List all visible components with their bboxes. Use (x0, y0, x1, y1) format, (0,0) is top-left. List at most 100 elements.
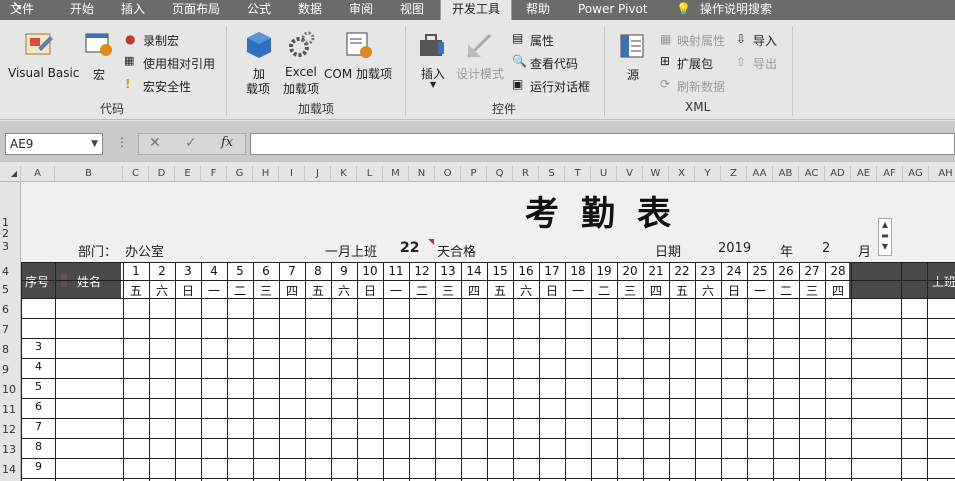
row-header-2[interactable]: 2 (0, 227, 21, 240)
row-header-6[interactable]: 6 (0, 303, 21, 316)
row-header-3[interactable]: 3 (0, 240, 21, 253)
column-header-t[interactable]: T (565, 166, 591, 182)
tab-help[interactable]: 帮助 (526, 0, 550, 20)
column-header-z[interactable]: Z (721, 166, 747, 182)
xml-source-button[interactable]: 源 (627, 66, 639, 83)
row-header-10[interactable]: 10 (0, 383, 21, 396)
import-button[interactable]: 导入 (753, 32, 777, 49)
column-header-c[interactable]: C (123, 166, 149, 182)
design-mode-button[interactable]: 设计模式 (456, 65, 504, 82)
row-header-11[interactable]: 11 (0, 403, 21, 416)
column-header-q[interactable]: Q (487, 166, 513, 182)
day-number: 10 (362, 264, 378, 278)
column-header-a[interactable]: A (21, 166, 55, 182)
row-header-7[interactable]: 7 (0, 323, 21, 336)
expansion-pack-button[interactable]: 扩展包 (677, 55, 713, 72)
column-header-x[interactable]: X (669, 166, 695, 182)
column-header-w[interactable]: W (643, 166, 669, 182)
grid-row-line (21, 478, 955, 479)
name-box[interactable]: AE9 ▼ (5, 133, 103, 155)
column-header-ag[interactable]: AG (903, 166, 929, 182)
column-header-ab[interactable]: AB (773, 166, 799, 182)
row-header-8[interactable]: 8 (0, 343, 21, 356)
tab-data[interactable]: 数据 (298, 0, 322, 20)
spin-button[interactable]: ▲ ▬ ▼ (878, 218, 892, 256)
row-header-4[interactable]: 4 (0, 265, 21, 278)
tab-formulas[interactable]: 公式 (247, 0, 271, 20)
tab-developer[interactable]: 开发工具 (440, 0, 512, 20)
row-header-13[interactable]: 13 (0, 443, 21, 456)
weekday-label: 六 (701, 284, 714, 298)
column-header-m[interactable]: M (383, 166, 409, 182)
column-header-n[interactable]: N (409, 166, 435, 182)
view-code-button[interactable]: 查看代码 (530, 55, 578, 72)
excel-addins-line2[interactable]: 加载项 (283, 80, 319, 97)
weekday-label: 二 (597, 284, 610, 298)
column-header-s[interactable]: S (539, 166, 565, 182)
column-header-h[interactable]: H (253, 166, 279, 182)
column-header-l[interactable]: L (357, 166, 383, 182)
column-header-i[interactable]: I (279, 166, 305, 182)
properties-button[interactable]: 属性 (530, 32, 554, 49)
column-header-u[interactable]: U (591, 166, 617, 182)
refresh-data-button[interactable]: 刷新数据 (677, 78, 725, 95)
enter-icon[interactable]: ✓ (185, 135, 197, 151)
select-all-corner[interactable]: ◢ (0, 166, 21, 182)
column-header-af[interactable]: AF (877, 166, 903, 182)
tab-view[interactable]: 视图 (400, 0, 424, 20)
day-number: 4 (210, 264, 218, 278)
excel-addins-line1[interactable]: Excel (285, 65, 317, 79)
column-header-r[interactable]: R (513, 166, 539, 182)
formula-input[interactable] (250, 133, 955, 155)
run-dialog-button[interactable]: 运行对话框 (530, 78, 590, 95)
column-header-g[interactable]: G (227, 166, 253, 182)
macros-button[interactable]: 宏 (93, 66, 105, 83)
chevron-down-icon[interactable]: ▼ (91, 134, 98, 154)
row-header-9[interactable]: 9 (0, 363, 21, 376)
column-header-v[interactable]: V (617, 166, 643, 182)
relative-ref-button[interactable]: 使用相对引用 (143, 55, 215, 72)
column-header-p[interactable]: P (461, 166, 487, 182)
more-options-icon[interactable]: ⋮ (116, 135, 128, 149)
tab-review[interactable]: 审阅 (349, 0, 373, 20)
refresh-data-icon: ⟳ (660, 77, 671, 91)
row-header-14[interactable]: 14 (0, 463, 21, 476)
macro-security-button[interactable]: 宏安全性 (143, 78, 191, 95)
cancel-icon[interactable]: ✕ (149, 135, 161, 151)
addins-button-line2[interactable]: 载项 (246, 80, 270, 97)
row-header-5[interactable]: 5 (0, 283, 21, 296)
serial-number: 8 (35, 440, 42, 453)
tab-insert[interactable]: 插入 (121, 0, 145, 20)
record-macro-button[interactable]: 录制宏 (143, 32, 179, 49)
insert-function-icon[interactable]: fx (221, 135, 233, 150)
column-header-ae[interactable]: AE (851, 166, 877, 182)
month-value: 2 (822, 241, 831, 256)
column-header-y[interactable]: Y (695, 166, 721, 182)
column-header-d[interactable]: D (149, 166, 175, 182)
weekday-label: 一 (389, 284, 402, 298)
visual-basic-button[interactable]: Visual Basic (8, 66, 79, 80)
weekday-label: 三 (623, 284, 636, 298)
column-header-k[interactable]: K (331, 166, 357, 182)
column-header-e[interactable]: E (175, 166, 201, 182)
tab-home[interactable]: 开始 (70, 0, 94, 20)
row-header-12[interactable]: 12 (0, 423, 21, 436)
column-header-f[interactable]: F (201, 166, 227, 182)
com-addins-button[interactable]: COM 加载项 (324, 65, 392, 82)
column-header-b[interactable]: B (55, 166, 123, 182)
column-header-o[interactable]: O (435, 166, 461, 182)
day-number: 14 (466, 264, 482, 278)
day-number: 27 (804, 264, 820, 278)
column-header-ah[interactable]: AH (929, 166, 955, 182)
column-header-aa[interactable]: AA (747, 166, 773, 182)
dept-label: 部门： (78, 245, 118, 260)
tell-me-search[interactable]: 操作说明搜索 (700, 0, 772, 20)
map-properties-button[interactable]: 映射属性 (677, 32, 725, 49)
weekday-label: 五 (129, 284, 142, 298)
column-header-ac[interactable]: AC (799, 166, 825, 182)
column-header-ad[interactable]: AD (825, 166, 851, 182)
column-header-j[interactable]: J (305, 166, 331, 182)
export-button[interactable]: 导出 (753, 55, 777, 72)
tab-page-layout[interactable]: 页面布局 (172, 0, 220, 20)
tab-power-pivot[interactable]: Power Pivot (578, 0, 648, 20)
